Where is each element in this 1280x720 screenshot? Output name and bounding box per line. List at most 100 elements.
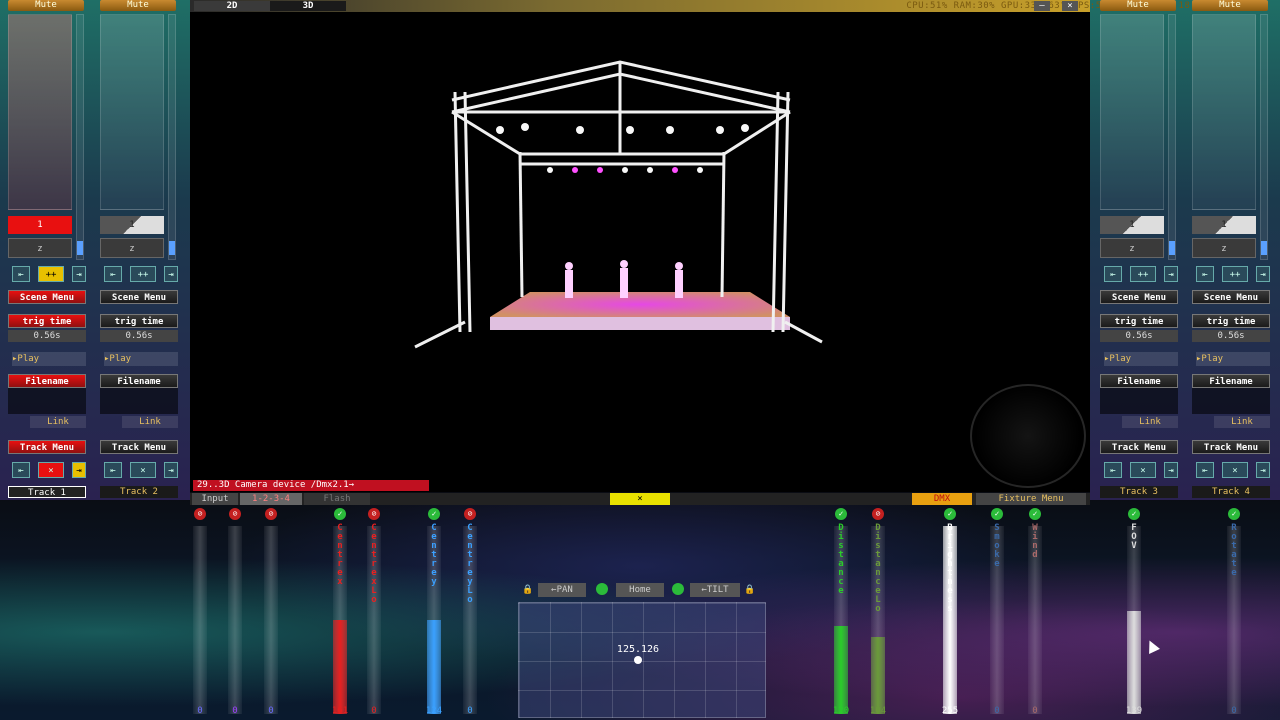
scene-slot[interactable] <box>1193 110 1255 129</box>
scene-slot[interactable] <box>101 15 163 34</box>
filename-button[interactable]: Filename <box>1192 374 1270 388</box>
play-button[interactable]: ▸Play <box>104 352 178 366</box>
prev-track-button[interactable]: ⇤ <box>12 462 30 478</box>
scene-pad[interactable] <box>8 14 72 210</box>
play-button[interactable]: ▸Play <box>12 352 86 366</box>
add-scene-button[interactable]: ++ <box>38 266 64 282</box>
next-scene-button[interactable]: ⇥ <box>72 266 86 282</box>
lock-icon[interactable]: 🔒 <box>744 583 756 597</box>
tilt-enable-toggle[interactable] <box>672 583 684 595</box>
scene-cell-z[interactable]: z <box>1192 238 1256 258</box>
scene-slot[interactable] <box>1101 91 1163 110</box>
prev-track-button[interactable]: ⇤ <box>1196 462 1214 478</box>
scene-slot[interactable] <box>1193 186 1255 205</box>
channel-enable-toggle[interactable]: ⊘ <box>265 508 277 520</box>
channel-enable-toggle[interactable]: ⊘ <box>872 508 884 520</box>
channel-fader[interactable]: ✓ Rotate 0 <box>1221 508 1247 720</box>
next-track-button[interactable]: ⇥ <box>1164 462 1178 478</box>
home-button[interactable]: Home <box>616 583 664 597</box>
track-label[interactable]: Track 3 <box>1100 486 1178 498</box>
scene-slot[interactable] <box>1101 34 1163 53</box>
track-menu-button[interactable]: Track Menu <box>8 440 86 454</box>
prev-scene-button[interactable]: ⇤ <box>1196 266 1214 282</box>
channel-enable-toggle[interactable]: ✓ <box>835 508 847 520</box>
tab-sequence[interactable]: 1-2-3-4 <box>240 493 302 505</box>
scene-cell-z[interactable]: z <box>1100 238 1164 258</box>
scene-menu-button[interactable]: Scene Menu <box>1100 290 1178 304</box>
scene-slot[interactable] <box>9 34 71 53</box>
scene-slot[interactable] <box>101 186 163 205</box>
close-button[interactable]: × <box>1062 1 1078 11</box>
channel-fader[interactable]: ✓ Distance 120 <box>828 508 854 720</box>
play-button[interactable]: ▸Play <box>1104 352 1178 366</box>
scene-slot[interactable] <box>1193 167 1255 186</box>
clear-track-button[interactable]: × <box>38 462 64 478</box>
scene-slot[interactable] <box>1101 129 1163 148</box>
channel-fader[interactable]: ✓ Centre y 124 <box>421 508 447 720</box>
trig-time-button[interactable]: trig time <box>100 314 178 328</box>
scene-slot[interactable] <box>1193 34 1255 53</box>
track-volume-slider[interactable] <box>76 14 84 260</box>
channel-enable-toggle[interactable]: ⊘ <box>464 508 476 520</box>
channel-enable-toggle[interactable]: ✓ <box>1228 508 1240 520</box>
channel-fader[interactable]: ✓ Centre x 161 <box>327 508 353 720</box>
channel-enable-toggle[interactable]: ⊘ <box>368 508 380 520</box>
channel-fader[interactable]: ⊘ 0 <box>222 508 248 720</box>
channel-enable-toggle[interactable]: ⊘ <box>194 508 206 520</box>
scene-slot[interactable] <box>1193 53 1255 72</box>
scene-slot[interactable] <box>9 15 71 34</box>
tab-input[interactable]: Input <box>192 493 238 505</box>
channel-fader[interactable]: ⊘ Centre x Lo 0 <box>361 508 387 720</box>
scene-cell-1[interactable]: 1 <box>1100 216 1164 234</box>
channel-fader[interactable]: ⊘ Distance Lo 104 <box>865 508 891 720</box>
trig-time-button[interactable]: trig time <box>1100 314 1178 328</box>
scene-slot[interactable] <box>9 148 71 167</box>
scene-slot[interactable] <box>1101 186 1163 205</box>
track-menu-button[interactable]: Track Menu <box>100 440 178 454</box>
scene-pad[interactable] <box>1192 14 1256 210</box>
scene-slot[interactable] <box>1193 91 1255 110</box>
scene-slot[interactable] <box>1101 15 1163 34</box>
scene-cell-1[interactable]: 1 <box>100 216 164 234</box>
scene-pad[interactable] <box>1100 14 1164 210</box>
prev-scene-button[interactable]: ⇤ <box>104 266 122 282</box>
mute-button[interactable]: Mute <box>1100 0 1176 11</box>
track-menu-button[interactable]: Track Menu <box>1192 440 1270 454</box>
channel-enable-toggle[interactable]: ✓ <box>1128 508 1140 520</box>
track-label[interactable]: Track 4 <box>1192 486 1270 498</box>
pan-tilt-handle[interactable] <box>634 656 642 664</box>
scene-slot[interactable] <box>1193 129 1255 148</box>
next-track-button[interactable]: ⇥ <box>72 462 86 478</box>
tab-2d[interactable]: 2D <box>194 1 270 11</box>
scene-slot[interactable] <box>9 167 71 186</box>
tab-fixture-menu[interactable]: Fixture Menu <box>976 493 1086 505</box>
scene-slot[interactable] <box>1101 72 1163 91</box>
mute-button[interactable]: Mute <box>8 0 84 11</box>
scene-slot[interactable] <box>1193 15 1255 34</box>
next-scene-button[interactable]: ⇥ <box>164 266 178 282</box>
next-scene-button[interactable]: ⇥ <box>1164 266 1178 282</box>
link-button[interactable]: Link <box>1214 416 1270 428</box>
mute-button[interactable]: Mute <box>1192 0 1268 11</box>
next-scene-button[interactable]: ⇥ <box>1256 266 1270 282</box>
trig-time-value[interactable]: 0.56s <box>1100 330 1178 342</box>
channel-fader[interactable]: ⊘ 0 <box>258 508 284 720</box>
minimize-button[interactable]: — <box>1034 1 1050 11</box>
tilt-button[interactable]: ←TILT <box>690 583 740 597</box>
track-menu-button[interactable]: Track Menu <box>1100 440 1178 454</box>
channel-enable-toggle[interactable]: ✓ <box>428 508 440 520</box>
scene-slot[interactable] <box>1101 53 1163 72</box>
scene-slot[interactable] <box>101 148 163 167</box>
scene-slot[interactable] <box>9 53 71 72</box>
filename-field[interactable] <box>1192 388 1270 414</box>
tab-dmx[interactable]: DMX <box>912 493 972 505</box>
filename-field[interactable] <box>8 388 86 414</box>
track-label[interactable]: Track 1 <box>8 486 86 498</box>
pan-tilt-pad[interactable] <box>518 602 766 718</box>
filename-button[interactable]: Filename <box>100 374 178 388</box>
channel-fader[interactable]: ✓ Brightness 255 <box>937 508 963 720</box>
scene-slot[interactable] <box>101 72 163 91</box>
channel-fader[interactable]: ✓ Smoke 0 <box>984 508 1010 720</box>
track-volume-slider[interactable] <box>168 14 176 260</box>
scene-slot[interactable] <box>1101 148 1163 167</box>
